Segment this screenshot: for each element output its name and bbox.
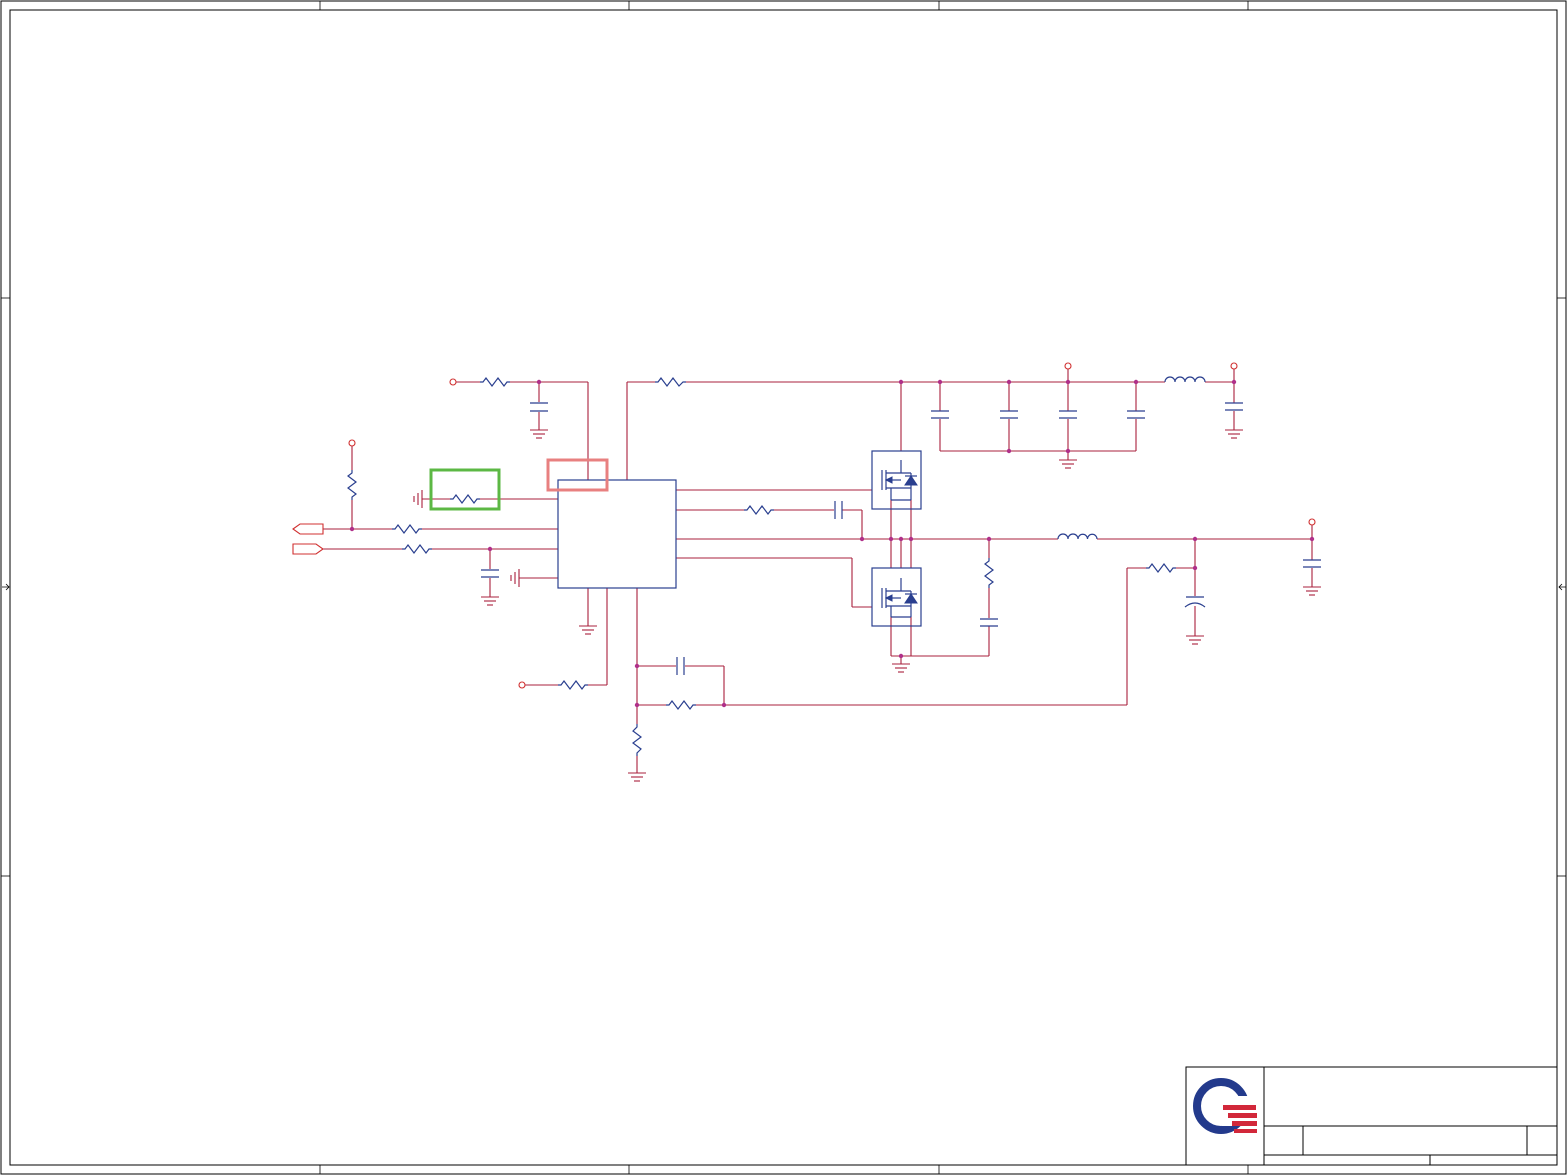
schematic-sheet	[0, 0, 1567, 1175]
low-side-mosfet	[871, 567, 922, 627]
inductors	[1057, 376, 1206, 540]
signal-port-left-1	[292, 523, 324, 535]
ground-symbols	[413, 429, 1321, 782]
high-side-mosfet	[871, 450, 922, 510]
signal-port-left-2	[292, 543, 324, 555]
power-terminals	[348, 362, 1316, 689]
drawing-frame	[0, 0, 1567, 1175]
red-highlight-box	[546, 458, 609, 492]
quanta-logo	[1193, 1078, 1258, 1134]
controller-ic	[557, 479, 677, 589]
green-highlight-box	[429, 468, 501, 511]
title-block	[1185, 1066, 1558, 1166]
junctions	[349, 379, 1315, 708]
wires	[323, 369, 1313, 773]
resistors	[347, 377, 1176, 756]
